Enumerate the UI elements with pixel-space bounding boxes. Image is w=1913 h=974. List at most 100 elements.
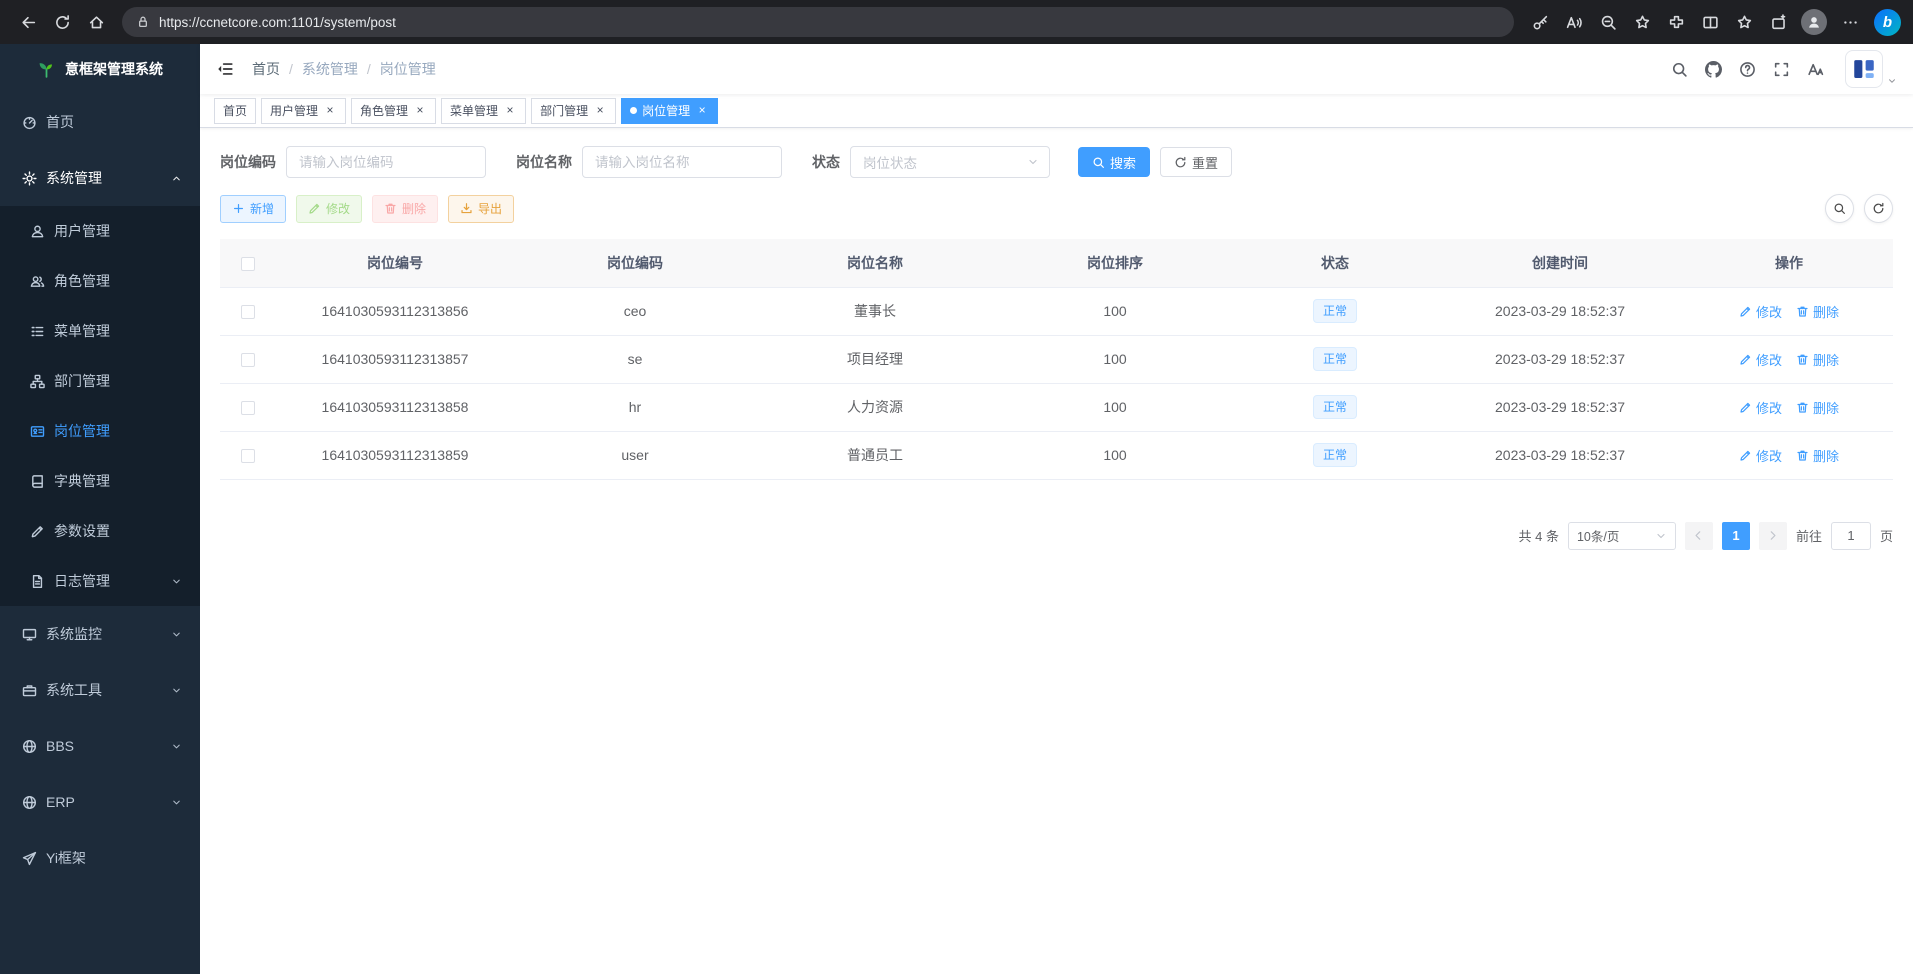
refresh-table-button[interactable] (1864, 194, 1893, 223)
edit-icon (308, 202, 321, 215)
export-button[interactable]: 导出 (448, 195, 514, 223)
sidebar-item-role[interactable]: 角色管理 (0, 256, 200, 306)
github-icon[interactable] (1705, 61, 1722, 78)
favorites-icon[interactable] (1728, 6, 1760, 38)
browser-home-icon[interactable] (80, 6, 112, 38)
font-size-icon[interactable] (1807, 61, 1824, 78)
page-size-select[interactable]: 10条/页 (1568, 522, 1676, 550)
status-select[interactable]: 岗位状态 (850, 146, 1050, 178)
help-icon[interactable] (1739, 61, 1756, 78)
sidebar-item-tool[interactable]: 系统工具 (0, 662, 200, 718)
sidebar-toggle-icon[interactable] (216, 60, 234, 78)
read-aloud-icon[interactable] (1558, 6, 1590, 38)
status-label: 状态 (812, 152, 840, 172)
sidebar-item-label: 角色管理 (54, 271, 110, 291)
url-text: https://ccnetcore.com:1101/system/post (159, 15, 396, 30)
row-checkbox[interactable] (241, 353, 255, 367)
action-label: 删除 (1813, 350, 1839, 369)
sidebar-item-post[interactable]: 岗位管理 (0, 406, 200, 456)
post-code-input[interactable] (286, 146, 486, 178)
chevron-up-icon (171, 173, 182, 184)
user-menu[interactable] (1845, 50, 1897, 88)
edit-row-button[interactable]: 修改 (1739, 398, 1782, 417)
row-checkbox[interactable] (241, 305, 255, 319)
select-all-checkbox[interactable] (241, 257, 255, 271)
reset-button[interactable]: 重置 (1160, 147, 1232, 177)
back-icon[interactable] (12, 6, 44, 38)
sidebar-item-yi[interactable]: Yi框架 (0, 830, 200, 886)
profile-avatar[interactable] (1801, 9, 1827, 35)
tab-用户管理[interactable]: 用户管理× (261, 98, 346, 124)
sidebar: 意框架管理系统 首页系统管理用户管理角色管理菜单管理部门管理岗位管理字典管理参数… (0, 44, 200, 974)
select-all-cell (220, 239, 275, 287)
refresh-icon[interactable] (46, 6, 78, 38)
edit-icon (30, 524, 45, 539)
sidebar-item-erp[interactable]: ERP (0, 774, 200, 830)
page-size-value: 10条/页 (1577, 526, 1619, 545)
delete-row-button[interactable]: 删除 (1796, 446, 1839, 465)
user-avatar[interactable] (1845, 50, 1883, 88)
delete-row-button[interactable]: 删除 (1796, 302, 1839, 321)
edit-row-button[interactable]: 修改 (1739, 350, 1782, 369)
sidebar-item-log[interactable]: 日志管理 (0, 556, 200, 606)
current-page-button[interactable]: 1 (1722, 522, 1750, 550)
next-page-button[interactable] (1759, 522, 1787, 550)
delete-row-button[interactable]: 删除 (1796, 350, 1839, 369)
sidebar-item-dept[interactable]: 部门管理 (0, 356, 200, 406)
tab-首页[interactable]: 首页 (214, 98, 256, 124)
sidebar-item-home[interactable]: 首页 (0, 94, 200, 150)
zoom-icon[interactable] (1592, 6, 1624, 38)
breadcrumb-item[interactable]: 首页 (252, 59, 280, 79)
edit-row-button[interactable]: 修改 (1739, 446, 1782, 465)
tab-部门管理[interactable]: 部门管理× (531, 98, 616, 124)
delete-button[interactable]: 删除 (372, 195, 438, 223)
password-key-icon[interactable] (1524, 6, 1556, 38)
button-label: 修改 (326, 200, 350, 217)
goto-page-input[interactable] (1831, 522, 1871, 550)
table-header-cell: 状态 (1235, 239, 1435, 287)
favorites-add-icon[interactable] (1626, 6, 1658, 38)
tab-菜单管理[interactable]: 菜单管理× (441, 98, 526, 124)
sidebar-item-dict[interactable]: 字典管理 (0, 456, 200, 506)
post-name-input[interactable] (582, 146, 782, 178)
toolbox-icon (22, 683, 37, 698)
extensions-icon[interactable] (1660, 6, 1692, 38)
edit-row-button[interactable]: 修改 (1739, 302, 1782, 321)
toggle-search-button[interactable] (1825, 194, 1854, 223)
sidebar-item-bbs[interactable]: BBS (0, 718, 200, 774)
row-checkbox[interactable] (241, 401, 255, 415)
settings-menu-icon[interactable] (1834, 6, 1866, 38)
tab-close-icon[interactable]: × (695, 104, 709, 118)
tab-close-icon[interactable]: × (413, 104, 427, 118)
row-checkbox[interactable] (241, 449, 255, 463)
search-icon[interactable] (1671, 61, 1688, 78)
actions-cell: 修改删除 (1685, 287, 1893, 335)
chevron-down-icon (171, 576, 182, 587)
browser-right-icons: b (1524, 6, 1901, 38)
tab-close-icon[interactable]: × (503, 104, 517, 118)
prev-page-button[interactable] (1685, 522, 1713, 550)
sidebar-item-system[interactable]: 系统管理 (0, 150, 200, 206)
breadcrumb: 首页/系统管理/岗位管理 (252, 59, 436, 79)
add-button[interactable]: 新增 (220, 195, 286, 223)
post-name-cell: 项目经理 (755, 335, 995, 383)
collections-icon[interactable] (1762, 6, 1794, 38)
trash-icon (384, 202, 397, 215)
delete-row-button[interactable]: 删除 (1796, 398, 1839, 417)
edit-button[interactable]: 修改 (296, 195, 362, 223)
sidebar-item-config[interactable]: 参数设置 (0, 506, 200, 556)
tab-岗位管理[interactable]: 岗位管理× (621, 98, 718, 124)
address-bar[interactable]: https://ccnetcore.com:1101/system/post (122, 7, 1514, 37)
sidebar-item-monitor[interactable]: 系统监控 (0, 606, 200, 662)
sidebar-item-label: Yi框架 (46, 848, 86, 868)
split-screen-icon[interactable] (1694, 6, 1726, 38)
sidebar-item-label: 参数设置 (54, 521, 110, 541)
copilot-icon[interactable]: b (1874, 9, 1901, 36)
sidebar-item-user[interactable]: 用户管理 (0, 206, 200, 256)
fullscreen-icon[interactable] (1773, 61, 1790, 78)
sidebar-item-menu[interactable]: 菜单管理 (0, 306, 200, 356)
tab-close-icon[interactable]: × (593, 104, 607, 118)
tab-角色管理[interactable]: 角色管理× (351, 98, 436, 124)
tab-close-icon[interactable]: × (323, 104, 337, 118)
search-button[interactable]: 搜索 (1078, 147, 1150, 177)
